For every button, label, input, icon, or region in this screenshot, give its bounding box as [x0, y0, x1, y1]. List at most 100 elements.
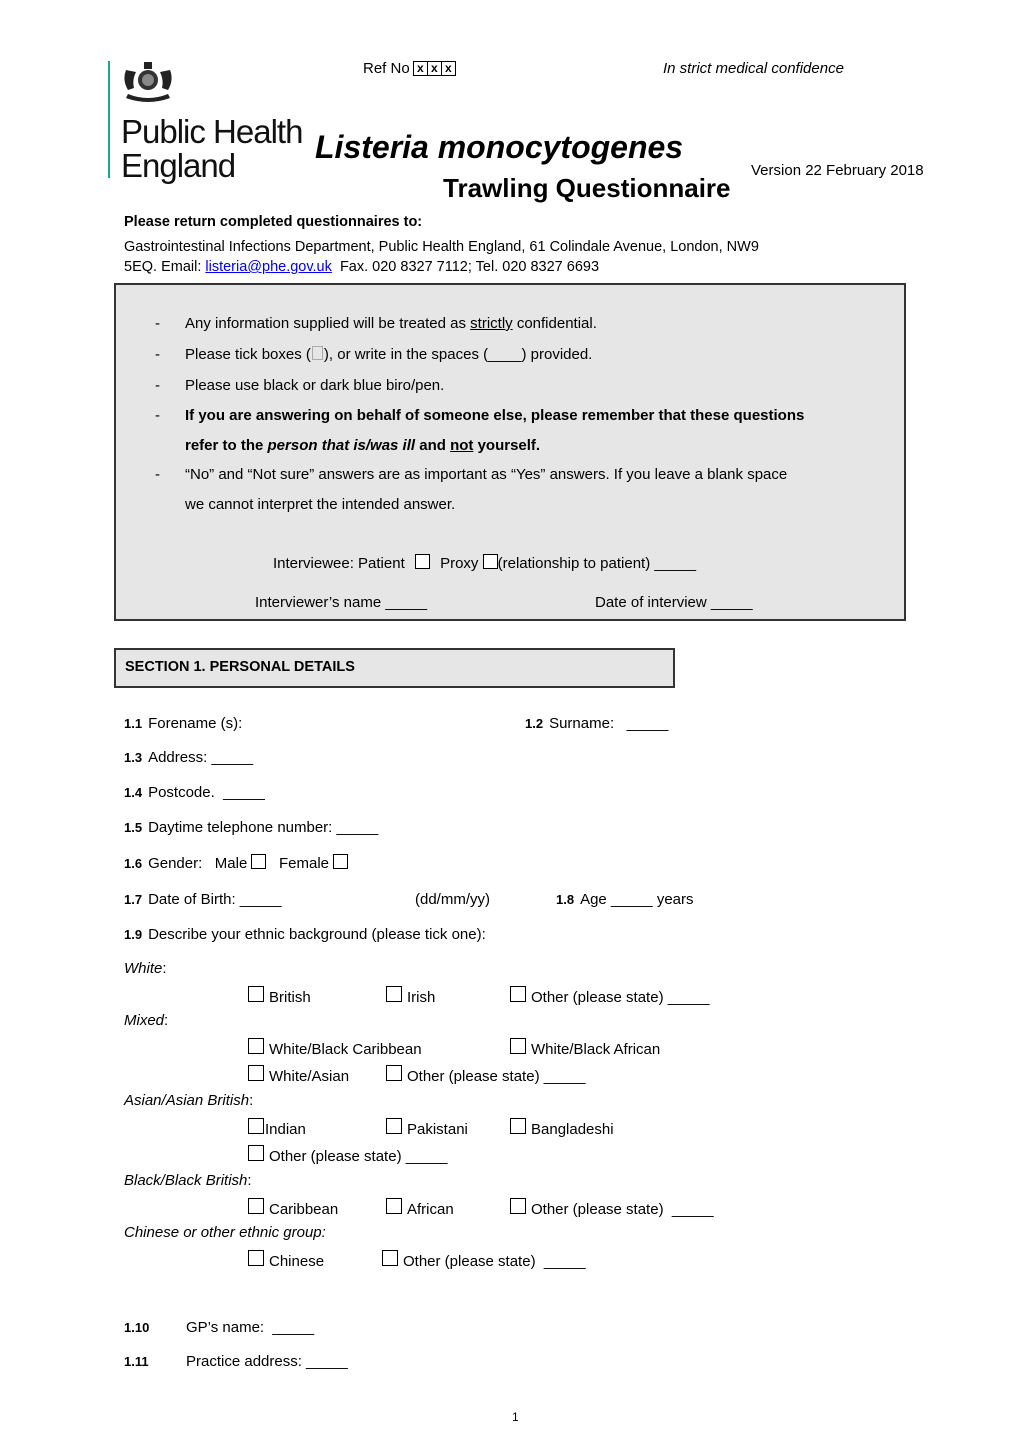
question-number: 1.8 — [556, 892, 575, 907]
question-address[interactable]: 1.3 Address: _____ — [124, 749, 253, 766]
female-label: Female — [278, 855, 330, 872]
checkbox[interactable] — [510, 986, 526, 1002]
question-number: 1.5 — [124, 820, 143, 835]
option-bangladeshi[interactable]: Bangladeshi — [510, 1118, 614, 1138]
instruction-proxy-line2: refer to the person that is/was ill and … — [185, 437, 540, 454]
category-label: White — [124, 960, 163, 977]
option-label: White/Asian — [269, 1068, 350, 1085]
option-white-black-african[interactable]: White/Black African — [510, 1038, 660, 1058]
checkbox[interactable] — [386, 1198, 402, 1214]
checkbox[interactable] — [248, 1145, 264, 1161]
option-label: Other (please state) _____ — [269, 1148, 448, 1165]
document-title: Listeria monocytogenes — [315, 129, 684, 165]
option-caribbean[interactable]: Caribbean — [248, 1198, 338, 1218]
question-label: Age _____ years — [580, 891, 694, 908]
option-black-other[interactable]: Other (please state) _____ — [510, 1198, 714, 1218]
category-label: Mixed — [124, 1012, 165, 1029]
checkbox[interactable] — [510, 1198, 526, 1214]
female-checkbox[interactable] — [333, 854, 349, 869]
interviewer-name-field[interactable]: Interviewer’s name _____ — [255, 594, 427, 611]
question-postcode[interactable]: 1.4 Postcode. _____ — [124, 784, 265, 801]
question-practice-address[interactable]: 1.11 Practice address: _____ — [124, 1353, 348, 1370]
checkbox[interactable] — [248, 1118, 264, 1134]
option-label: Irish — [407, 989, 436, 1006]
ref-box[interactable]: x — [440, 61, 456, 76]
instruction-answers-line2: we cannot interpret the intended answer. — [185, 496, 456, 513]
option-label: African — [407, 1201, 454, 1218]
question-label: Describe your ethnic background (please … — [148, 926, 486, 943]
checkbox[interactable] — [248, 1250, 264, 1266]
ref-label: Ref No — [363, 60, 410, 77]
option-white-black-caribbean[interactable]: White/Black Caribbean — [248, 1038, 422, 1058]
ethnic-category-chinese-other: Chinese or other ethnic group: — [124, 1224, 326, 1241]
relationship-field[interactable]: (relationship to patient) _____ — [498, 555, 696, 572]
checkbox[interactable] — [248, 1038, 264, 1054]
option-label: Other (please state) _____ — [407, 1068, 586, 1085]
text: refer to the — [185, 437, 268, 454]
checkbox[interactable] — [386, 1118, 402, 1134]
ethnic-category-white: White: — [124, 960, 167, 977]
question-label: Practice address: _____ — [186, 1353, 348, 1370]
option-other-group[interactable]: Other (please state) _____ — [382, 1250, 586, 1270]
question-age[interactable]: 1.8 Age _____ years — [556, 891, 694, 908]
option-white-other[interactable]: Other (please state) _____ — [510, 986, 709, 1006]
option-african[interactable]: African — [386, 1198, 454, 1218]
question-gp-name[interactable]: 1.10 GP’s name: _____ — [124, 1319, 314, 1336]
question-dob[interactable]: 1.7 Date of Birth: _____ — [124, 891, 282, 908]
version-label: Version 22 February 2018 — [751, 162, 924, 179]
option-asian-other[interactable]: Other (please state) _____ — [248, 1145, 447, 1165]
text: and — [415, 437, 451, 454]
question-number: 1.1 — [124, 716, 143, 731]
instruction-tick-boxes: Please tick boxes (), or write in the sp… — [185, 346, 592, 363]
checkbox[interactable] — [248, 986, 264, 1002]
checkbox[interactable] — [510, 1118, 526, 1134]
option-chinese[interactable]: Chinese — [248, 1250, 324, 1270]
checkbox[interactable] — [386, 986, 402, 1002]
return-heading: Please return completed questionnaires t… — [124, 214, 423, 230]
option-label: British — [269, 989, 311, 1006]
option-pakistani[interactable]: Pakistani — [386, 1118, 468, 1138]
option-label: Other (please state) _____ — [531, 989, 710, 1006]
text: yourself. — [473, 437, 541, 454]
instruction-confidential: Any information supplied will be treated… — [185, 315, 597, 332]
text: confidential. — [512, 315, 597, 332]
text: strictly — [470, 315, 513, 332]
section-title: SECTION 1. PERSONAL DETAILS — [125, 659, 355, 675]
question-surname[interactable]: 1.2 Surname: _____ — [525, 715, 668, 732]
email-link[interactable]: listeria@phe.gov.uk — [205, 259, 332, 275]
question-forename[interactable]: 1.1 Forename (s): — [124, 715, 242, 732]
option-label: White/Black Caribbean — [269, 1041, 422, 1058]
checkbox[interactable] — [386, 1065, 402, 1081]
text: person that is/was ill — [267, 437, 416, 454]
document-subtitle: Trawling Questionnaire — [443, 173, 731, 203]
patient-checkbox[interactable] — [414, 554, 430, 569]
ref-number: Ref No xxx — [363, 60, 456, 77]
text: ), or write in the spaces (____) provide… — [323, 346, 593, 363]
question-telephone[interactable]: 1.5 Daytime telephone number: _____ — [124, 819, 378, 836]
question-number: 1.11 — [124, 1354, 149, 1369]
option-indian[interactable]: Indian — [248, 1118, 306, 1138]
option-white-asian[interactable]: White/Asian — [248, 1065, 349, 1085]
ref-box[interactable]: x — [412, 61, 428, 76]
logo-accent-bar — [108, 61, 110, 178]
option-irish[interactable]: Irish — [386, 986, 435, 1006]
contact-numbers: Fax. 020 8327 7112; Tel. 020 8327 6693 — [331, 259, 600, 275]
checkbox[interactable] — [510, 1038, 526, 1054]
ethnic-category-asian: Asian/Asian British: — [124, 1092, 254, 1109]
question-gender: 1.6 Gender: Male Female — [124, 854, 349, 872]
question-number: 1.3 — [124, 750, 143, 765]
option-label: White/Black African — [531, 1041, 661, 1058]
option-mixed-other[interactable]: Other (please state) _____ — [386, 1065, 585, 1085]
option-label: Indian — [265, 1121, 306, 1138]
checkbox[interactable] — [248, 1198, 264, 1214]
proxy-checkbox[interactable] — [482, 554, 498, 569]
interview-date-field[interactable]: Date of interview _____ — [595, 594, 753, 611]
instruction-proxy-line1: If you are answering on behalf of someon… — [185, 407, 805, 424]
section-header: SECTION 1. PERSONAL DETAILS — [114, 648, 675, 688]
male-checkbox[interactable] — [251, 854, 267, 869]
checkbox[interactable] — [382, 1250, 398, 1266]
ref-box[interactable]: x — [426, 61, 442, 76]
bullet: - — [155, 315, 160, 332]
option-british[interactable]: British — [248, 986, 311, 1006]
checkbox[interactable] — [248, 1065, 264, 1081]
